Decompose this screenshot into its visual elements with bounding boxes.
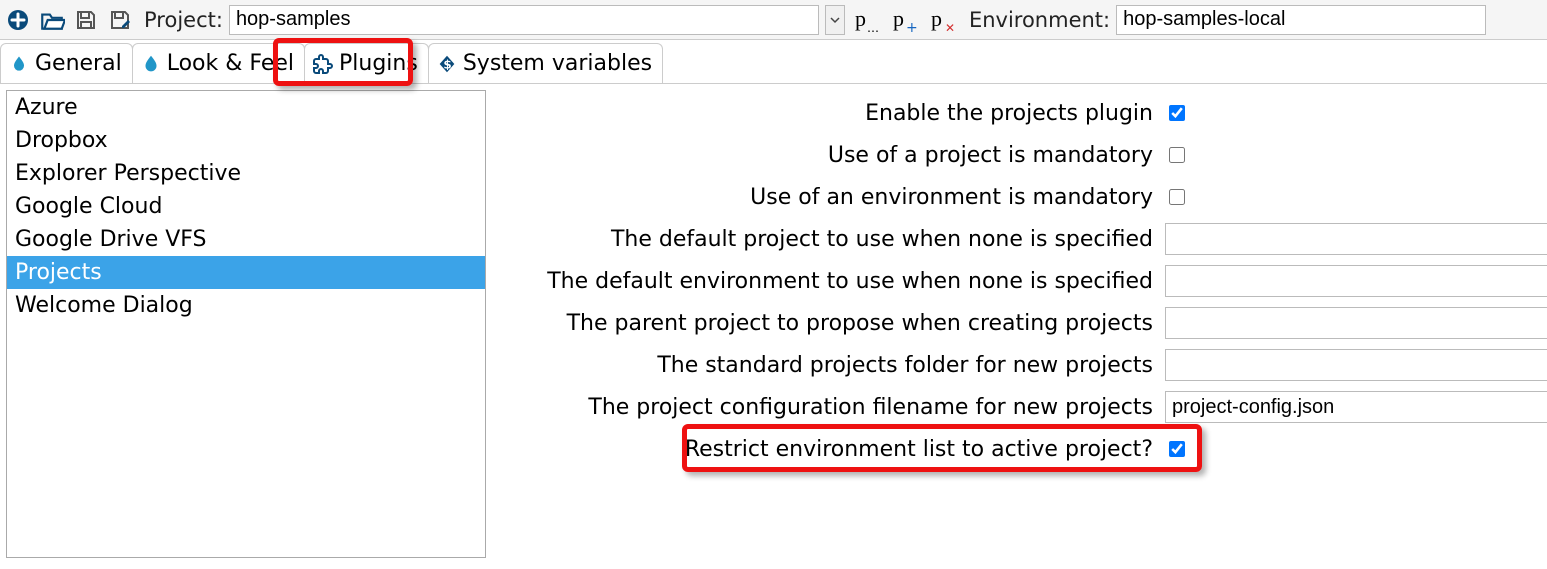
- tab-label: Look & Feel: [167, 51, 294, 76]
- droplet-icon: [139, 52, 163, 76]
- puzzle-icon: [311, 52, 335, 76]
- svg-text:…: …: [867, 21, 879, 34]
- svg-text:+: +: [906, 20, 918, 34]
- project-delete-icon[interactable]: p✕: [927, 4, 959, 36]
- form-label: The standard projects folder for new pro…: [492, 353, 1157, 378]
- form-label: The project configuration filename for n…: [492, 395, 1157, 420]
- list-item[interactable]: Google Drive VFS: [7, 223, 485, 256]
- form-input[interactable]: [1165, 307, 1547, 339]
- project-dropdown-button[interactable]: [825, 5, 845, 35]
- form-row: The standard projects folder for new pro…: [492, 344, 1547, 386]
- plugin-settings-form: Enable the projects plugin Use of a proje…: [492, 84, 1547, 564]
- tab-label: System variables: [463, 51, 652, 76]
- form-checkbox[interactable]: [1169, 105, 1185, 121]
- preferences-tabs: General Look & Feel Plugins $ System var…: [0, 40, 1547, 84]
- form-row: Use of a project is mandatory: [492, 134, 1547, 176]
- form-checkbox[interactable]: [1169, 147, 1185, 163]
- project-input[interactable]: [229, 5, 819, 35]
- environment-label: Environment:: [969, 8, 1110, 32]
- form-row: The default project to use when none is …: [492, 218, 1547, 260]
- tab-plugins[interactable]: Plugins: [304, 43, 429, 83]
- list-item[interactable]: Google Cloud: [7, 190, 485, 223]
- environment-input[interactable]: [1116, 5, 1486, 35]
- project-add-icon[interactable]: p+: [889, 4, 921, 36]
- form-label: The default environment to use when none…: [492, 269, 1157, 294]
- form-checkbox[interactable]: [1169, 441, 1185, 457]
- tab-general[interactable]: General: [0, 43, 133, 83]
- svg-text:p: p: [893, 6, 904, 31]
- tab-label: General: [35, 51, 122, 76]
- form-label: Enable the projects plugin: [492, 101, 1157, 126]
- project-edit-icon[interactable]: p…: [851, 4, 883, 36]
- list-item[interactable]: Azure: [7, 91, 485, 124]
- form-row: Restrict environment list to active proj…: [492, 428, 1547, 470]
- tab-look-and-feel[interactable]: Look & Feel: [132, 43, 305, 83]
- list-item[interactable]: Explorer Perspective: [7, 157, 485, 190]
- project-label: Project:: [144, 8, 223, 32]
- form-label: Restrict environment list to active proj…: [492, 437, 1157, 462]
- form-input[interactable]: [1165, 349, 1547, 381]
- droplet-icon: [7, 52, 31, 76]
- form-input[interactable]: [1165, 265, 1547, 297]
- form-input[interactable]: [1165, 223, 1547, 255]
- form-label: The parent project to propose when creat…: [492, 311, 1157, 336]
- form-row: The parent project to propose when creat…: [492, 302, 1547, 344]
- svg-text:$: $: [443, 57, 451, 71]
- save-as-icon[interactable]: [106, 6, 134, 34]
- form-row: The project configuration filename for n…: [492, 386, 1547, 428]
- content-area: AzureDropboxExplorer PerspectiveGoogle C…: [0, 84, 1547, 564]
- form-row: Use of an environment is mandatory: [492, 176, 1547, 218]
- form-label: Use of an environment is mandatory: [492, 185, 1157, 210]
- svg-text:✕: ✕: [945, 21, 955, 34]
- dollar-icon: $: [435, 52, 459, 76]
- svg-text:p: p: [931, 6, 942, 31]
- form-row: The default environment to use when none…: [492, 260, 1547, 302]
- list-item[interactable]: Welcome Dialog: [7, 289, 485, 322]
- form-input[interactable]: [1165, 391, 1547, 423]
- list-item[interactable]: Projects: [7, 256, 485, 289]
- open-icon[interactable]: [38, 6, 66, 34]
- form-row: Enable the projects plugin: [492, 92, 1547, 134]
- plugin-list[interactable]: AzureDropboxExplorer PerspectiveGoogle C…: [6, 90, 486, 558]
- form-label: Use of a project is mandatory: [492, 143, 1157, 168]
- list-item[interactable]: Dropbox: [7, 124, 485, 157]
- tab-system-variables[interactable]: $ System variables: [428, 43, 663, 83]
- form-checkbox[interactable]: [1169, 189, 1185, 205]
- new-icon[interactable]: [4, 6, 32, 34]
- save-icon[interactable]: [72, 6, 100, 34]
- form-label: The default project to use when none is …: [492, 227, 1157, 252]
- svg-text:p: p: [855, 6, 866, 31]
- tab-label: Plugins: [339, 51, 418, 76]
- main-toolbar: Project: p… p+ p✕ Environment:: [0, 0, 1547, 40]
